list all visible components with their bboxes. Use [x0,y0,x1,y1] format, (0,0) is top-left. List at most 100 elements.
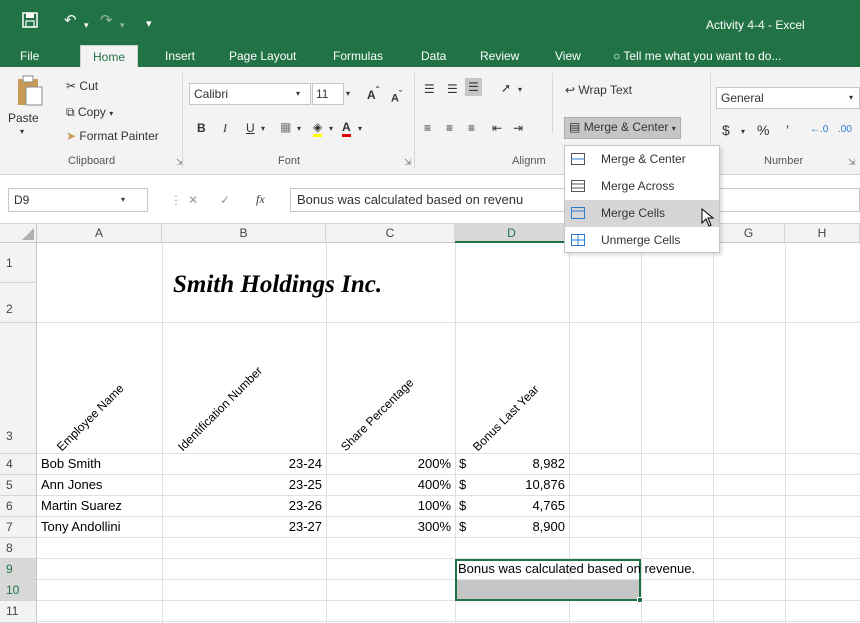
undo-icon[interactable]: ↶ [64,12,77,30]
column-header[interactable]: A [37,224,162,243]
font-launcher-icon[interactable]: ⇲ [404,157,412,168]
orientation-dropdown-icon[interactable]: ▾ [518,81,522,99]
cell-bonus[interactable]: 8,900 [455,517,565,537]
redo-icon[interactable]: ↷ [100,12,113,30]
cell-bonus[interactable]: 4,765 [455,496,565,516]
redo-dropdown-icon[interactable]: ▾ [120,16,125,34]
middle-align-icon[interactable]: ☰ [447,80,458,98]
cell-note[interactable]: Bonus was calculated based on revenue. [458,559,695,579]
select-all-corner[interactable] [0,224,37,243]
cell-id[interactable]: 23-26 [162,496,322,516]
row-header[interactable]: 6 [0,496,37,517]
borders-dropdown-icon[interactable]: ▾ [297,120,301,138]
column-header[interactable]: H [785,224,860,243]
customize-toolbar-icon[interactable]: ▾ [146,15,152,33]
tab-insert[interactable]: Insert [165,45,195,67]
cell-bonus[interactable]: 8,982 [455,454,565,474]
font-color-dropdown-icon[interactable]: ▾ [358,120,362,138]
tab-review[interactable]: Review [480,45,519,67]
menu-item-merge-center[interactable]: Merge & Center [565,146,719,173]
number-launcher-icon[interactable]: ⇲ [848,157,856,168]
cut-button[interactable]: ✂ Cut [66,77,98,95]
increase-indent-icon[interactable]: ⇥ [513,119,523,137]
cell-id[interactable]: 23-27 [162,517,322,537]
font-size-dropdown-icon[interactable]: ▾ [346,85,350,103]
cell-id[interactable]: 23-24 [162,454,322,474]
spreadsheet-grid[interactable]: A B C D E F G H 1 2 3 4 5 6 7 8 9 10 11 … [0,224,860,623]
increase-font-icon[interactable]: Aˆ [367,83,379,104]
tab-data[interactable]: Data [421,45,446,67]
paste-button[interactable]: Paste ▾ [6,73,52,149]
row-header[interactable]: 3 [0,323,37,454]
column-header-selected[interactable]: D [455,224,569,243]
row-header[interactable]: 4 [0,454,37,475]
cell-share[interactable]: 200% [326,454,451,474]
row-header[interactable]: 7 [0,517,37,538]
name-box[interactable]: D9 ▾ [8,188,148,212]
column-header[interactable]: B [162,224,326,243]
align-left-icon[interactable]: ≡ [424,119,431,137]
cell-share[interactable]: 400% [326,475,451,495]
bold-button[interactable]: B [197,119,206,137]
underline-dropdown-icon[interactable]: ▾ [261,120,265,138]
decrease-decimal-icon[interactable]: .00 [838,121,852,139]
tab-file[interactable]: File [20,45,39,67]
tab-formulas[interactable]: Formulas [333,45,383,67]
decrease-font-icon[interactable]: Aˇ [391,85,402,108]
menu-item-merge-cells[interactable]: Merge Cells [565,200,719,227]
format-painter-button[interactable]: ➤ Format Painter [66,127,159,145]
align-right-icon[interactable]: ≡ [468,119,475,137]
currency-button[interactable]: $ [722,121,730,139]
row-header[interactable]: 1 [0,243,37,283]
fill-handle[interactable] [637,597,643,603]
row-header-selected[interactable]: 9 [0,559,37,580]
cell-employee-name[interactable]: Martin Suarez [41,496,122,516]
cell-bonus[interactable]: 10,876 [455,475,565,495]
paste-dropdown-icon[interactable]: ▾ [20,123,24,141]
save-icon[interactable] [22,12,38,33]
cell-employee-name[interactable]: Bob Smith [41,454,101,474]
wrap-text-button[interactable]: ↩ Wrap Text [565,81,632,99]
currency-dropdown-icon[interactable]: ▾ [741,123,745,141]
cell-employee-name[interactable]: Tony Andollini [41,517,121,537]
tell-me-box[interactable]: ○ Tell me what you want to do... [613,45,781,67]
italic-button[interactable]: I [223,119,227,137]
align-center-icon[interactable]: ≡ [446,119,453,137]
percent-button[interactable]: % [757,121,769,139]
number-format-select[interactable]: General ▾ [716,87,860,109]
font-name-select[interactable]: Calibri ▾ [189,83,311,105]
font-size-select[interactable]: 11 [312,83,344,105]
copy-dropdown-icon[interactable]: ▾ [109,109,113,118]
cell-id[interactable]: 23-25 [162,475,322,495]
borders-icon[interactable]: ▦ [280,118,291,136]
cell-share[interactable]: 100% [326,496,451,516]
copy-button[interactable]: ⧉ Copy ▾ [66,103,113,123]
tab-page-layout[interactable]: Page Layout [229,45,296,67]
tab-view[interactable]: View [555,45,581,67]
row-header[interactable]: 11 [0,601,37,623]
undo-dropdown-icon[interactable]: ▾ [84,16,89,34]
cell-share[interactable]: 300% [326,517,451,537]
menu-item-merge-across[interactable]: Merge Across [565,173,719,200]
enter-icon[interactable]: ✓ [220,191,230,209]
tab-home[interactable]: Home [80,45,139,67]
increase-decimal-icon[interactable]: ←.0 [810,121,828,139]
orientation-icon[interactable]: ➚ [501,79,511,97]
font-color-icon[interactable]: A [342,118,351,137]
cell-employee-name[interactable]: Ann Jones [41,475,102,495]
fill-color-icon[interactable]: ◈ [313,118,323,137]
column-header[interactable]: G [713,224,785,243]
row-header[interactable]: 2 [0,283,37,323]
top-align-icon[interactable]: ☰ [424,80,435,98]
comma-button[interactable]: ’ [786,121,789,139]
row-header[interactable]: 5 [0,475,37,496]
row-header-selected[interactable]: 10 [0,580,37,601]
cancel-icon[interactable]: ✕ [188,191,198,209]
fill-color-dropdown-icon[interactable]: ▾ [329,120,333,138]
decrease-indent-icon[interactable]: ⇤ [492,119,502,137]
bottom-align-icon[interactable]: ☰ [465,78,482,96]
row-header[interactable]: 8 [0,538,37,559]
insert-function-icon[interactable]: fx [256,190,265,208]
merge-center-button[interactable]: ▤ Merge & Center ▾ [564,117,681,139]
menu-item-unmerge-cells[interactable]: Unmerge Cells [565,227,719,254]
